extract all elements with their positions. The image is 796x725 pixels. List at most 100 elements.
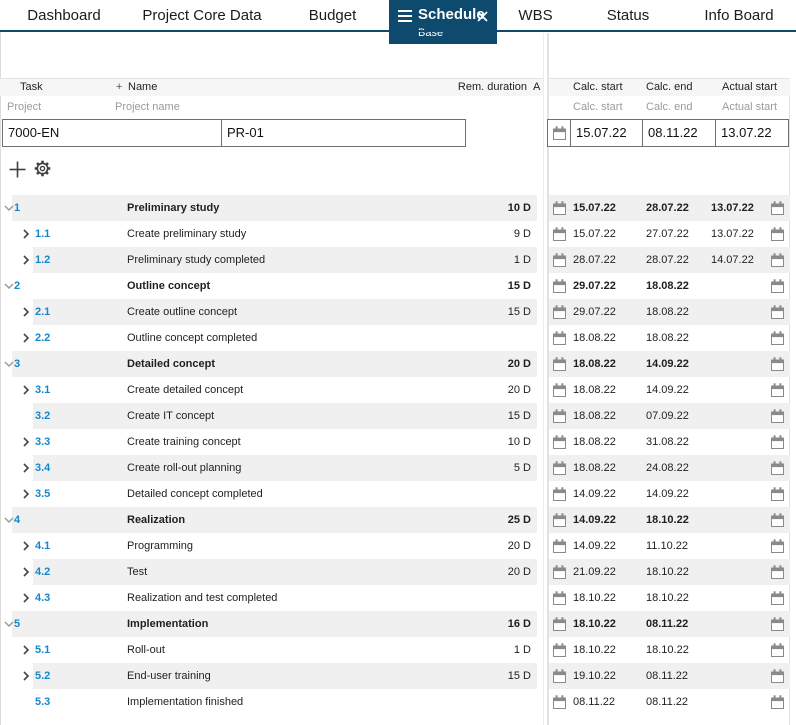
tab-schedule[interactable]: Schedule Base [389, 0, 497, 44]
add-column-icon[interactable]: + [116, 78, 122, 96]
chevron-right-icon[interactable] [21, 567, 31, 577]
calendar-icon-cell[interactable] [548, 120, 571, 146]
project-actual-start-cell[interactable]: 13.07.22 [716, 120, 788, 146]
calendar-icon[interactable] [553, 279, 566, 296]
column-header-task[interactable]: Task [20, 78, 43, 96]
calendar-icon[interactable] [553, 253, 566, 270]
chevron-down-icon[interactable] [4, 281, 14, 291]
chevron-right-icon[interactable] [21, 541, 31, 551]
calendar-icon[interactable] [771, 383, 784, 400]
table-row-5[interactable]: 5 Implementation 16 D 18.10.22 08.11.22 [0, 611, 796, 637]
calendar-icon[interactable] [553, 669, 566, 686]
chevron-right-icon[interactable] [21, 593, 31, 603]
add-task-button[interactable] [6, 158, 28, 180]
calendar-icon[interactable] [771, 565, 784, 582]
calendar-icon[interactable] [771, 487, 784, 504]
calendar-icon[interactable] [771, 201, 784, 218]
table-row-3.4[interactable]: 3.4 Create roll-out planning 5 D 18.08.2… [0, 455, 796, 481]
calendar-icon[interactable] [771, 539, 784, 556]
calendar-icon[interactable] [771, 669, 784, 686]
table-row-5.1[interactable]: 5.1 Roll-out 1 D 18.10.22 18.10.22 [0, 637, 796, 663]
column-header-calc-end[interactable]: Calc. end [646, 78, 692, 96]
table-row-3.2[interactable]: 3.2 Create IT concept 15 D 18.08.22 07.0… [0, 403, 796, 429]
chevron-right-icon[interactable] [21, 229, 31, 239]
table-row-3.5[interactable]: 3.5 Detailed concept completed 14.09.22 … [0, 481, 796, 507]
chevron-down-icon[interactable] [4, 359, 14, 369]
settings-button[interactable] [31, 157, 53, 179]
table-row-1.1[interactable]: 1.1 Create preliminary study 9 D 15.07.2… [0, 221, 796, 247]
calendar-icon[interactable] [771, 591, 784, 608]
table-row-2[interactable]: 2 Outline concept 15 D 29.07.22 18.08.22 [0, 273, 796, 299]
table-row-5.2[interactable]: 5.2 End-user training 15 D 19.10.22 08.1… [0, 663, 796, 689]
tab-info-board[interactable]: Info Board [682, 0, 796, 30]
calendar-icon[interactable] [771, 331, 784, 348]
column-header-calc-start[interactable]: Calc. start [573, 78, 623, 96]
calendar-icon[interactable] [553, 617, 566, 634]
calendar-icon[interactable] [553, 461, 566, 478]
column-header-rem-duration[interactable]: Rem. duration [420, 78, 527, 96]
chevron-down-icon[interactable] [4, 515, 14, 525]
chevron-down-icon[interactable] [4, 619, 14, 629]
chevron-right-icon[interactable] [21, 463, 31, 473]
chevron-right-icon[interactable] [21, 385, 31, 395]
calendar-icon[interactable] [553, 409, 566, 426]
calendar-icon[interactable] [771, 357, 784, 374]
project-calc-end-cell[interactable]: 08.11.22 [643, 120, 716, 146]
calendar-icon[interactable] [553, 565, 566, 582]
chevron-down-icon[interactable] [4, 203, 14, 213]
calendar-icon[interactable] [553, 331, 566, 348]
column-header-name[interactable]: Name [128, 78, 157, 96]
table-row-5.3[interactable]: 5.3 Implementation finished 08.11.22 08.… [0, 689, 796, 715]
calendar-icon[interactable] [553, 643, 566, 660]
column-header-actual-start[interactable]: Actual start [722, 78, 777, 96]
chevron-right-icon[interactable] [21, 671, 31, 681]
table-row-3.3[interactable]: 3.3 Create training concept 10 D 18.08.2… [0, 429, 796, 455]
calendar-icon[interactable] [771, 253, 784, 270]
table-row-3[interactable]: 3 Detailed concept 20 D 18.08.22 14.09.2… [0, 351, 796, 377]
calendar-icon[interactable] [771, 409, 784, 426]
calendar-icon[interactable] [771, 461, 784, 478]
column-header-a-truncated[interactable]: A [533, 78, 540, 96]
table-row-4.1[interactable]: 4.1 Programming 20 D 14.09.22 11.10.22 [0, 533, 796, 559]
tab-dashboard[interactable]: Dashboard [0, 0, 128, 30]
chevron-right-icon[interactable] [21, 645, 31, 655]
calendar-icon[interactable] [771, 305, 784, 322]
calendar-icon[interactable] [553, 487, 566, 504]
tab-status[interactable]: Status [574, 0, 682, 30]
calendar-icon[interactable] [771, 435, 784, 452]
calendar-icon[interactable] [771, 227, 784, 244]
calendar-icon[interactable] [771, 513, 784, 530]
table-row-4[interactable]: 4 Realization 25 D 14.09.22 18.10.22 [0, 507, 796, 533]
calendar-icon[interactable] [553, 435, 566, 452]
calendar-icon[interactable] [553, 357, 566, 374]
chevron-right-icon[interactable] [21, 333, 31, 343]
calendar-icon[interactable] [553, 305, 566, 322]
chevron-right-icon[interactable] [21, 489, 31, 499]
table-row-1[interactable]: 1 Preliminary study 10 D 15.07.22 28.07.… [0, 195, 796, 221]
project-name-input[interactable] [227, 120, 465, 145]
project-task-input[interactable] [8, 120, 221, 145]
tab-budget[interactable]: Budget [276, 0, 389, 30]
project-calc-start-cell[interactable]: 15.07.22 [571, 120, 643, 146]
chevron-right-icon[interactable] [21, 255, 31, 265]
calendar-icon[interactable] [553, 201, 566, 218]
calendar-icon[interactable] [553, 227, 566, 244]
chevron-right-icon[interactable] [21, 307, 31, 317]
table-row-2.1[interactable]: 2.1 Create outline concept 15 D 29.07.22… [0, 299, 796, 325]
calendar-icon[interactable] [553, 513, 566, 530]
table-row-4.3[interactable]: 4.3 Realization and test completed 18.10… [0, 585, 796, 611]
close-icon[interactable] [477, 9, 488, 26]
calendar-icon[interactable] [771, 695, 784, 712]
table-row-1.2[interactable]: 1.2 Preliminary study completed 1 D 28.0… [0, 247, 796, 273]
tab-project-core-data[interactable]: Project Core Data [128, 0, 276, 30]
project-task-cell[interactable] [3, 120, 222, 146]
table-row-4.2[interactable]: 4.2 Test 20 D 21.09.22 18.10.22 [0, 559, 796, 585]
calendar-icon[interactable] [771, 279, 784, 296]
calendar-icon[interactable] [553, 695, 566, 712]
chevron-right-icon[interactable] [21, 437, 31, 447]
calendar-icon[interactable] [553, 539, 566, 556]
tab-wbs[interactable]: WBS [497, 0, 574, 30]
calendar-icon[interactable] [553, 591, 566, 608]
calendar-icon[interactable] [553, 383, 566, 400]
hamburger-menu-icon[interactable] [398, 9, 412, 26]
